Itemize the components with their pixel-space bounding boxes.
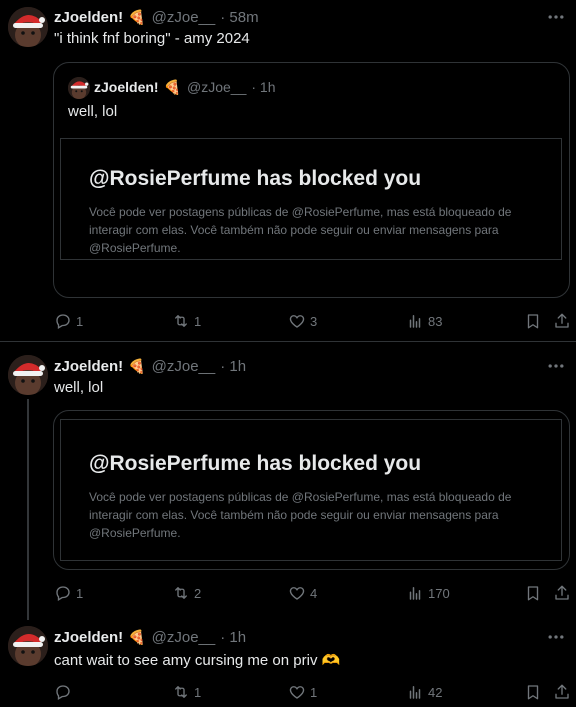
repost-icon xyxy=(172,683,190,701)
like-icon xyxy=(288,683,306,701)
like-button[interactable]: 4 xyxy=(288,584,317,602)
blocked-notice-card: @RosiePerfume has blocked you Você pode … xyxy=(60,138,562,260)
author-handle[interactable]: @zJoe__ xyxy=(152,9,216,26)
view-count: 83 xyxy=(428,313,443,329)
pizza-emoji: 🍕 xyxy=(128,628,146,645)
quoted-tweet[interactable]: zJoelden! 🍕 @zJoe__ · 1h well, lol @Rosi… xyxy=(53,62,570,298)
like-button[interactable]: 1 xyxy=(288,683,317,701)
views-icon xyxy=(406,312,424,330)
reply-count: 1 xyxy=(76,585,84,601)
pizza-emoji: 🍕 xyxy=(163,78,182,95)
more-icon[interactable] xyxy=(546,7,566,27)
blocked-title: @RosiePerfume has blocked you xyxy=(89,167,422,190)
views-icon xyxy=(406,683,424,701)
more-icon[interactable] xyxy=(546,356,566,376)
blocked-title: @RosiePerfume has blocked you xyxy=(89,452,422,475)
santa-hat-avatar xyxy=(68,77,90,99)
reply-button[interactable]: 1 xyxy=(54,312,83,330)
repost-button[interactable]: 1 xyxy=(172,683,201,701)
reply-button[interactable] xyxy=(54,683,76,701)
reply-icon xyxy=(54,683,72,701)
share-icon[interactable] xyxy=(553,312,571,330)
repost-icon xyxy=(172,312,190,330)
santa-hat-avatar[interactable] xyxy=(8,7,48,47)
like-icon xyxy=(288,312,306,330)
blocked-description: Você pode ver postagens públicas de @Ros… xyxy=(89,205,512,255)
more-icon[interactable] xyxy=(546,627,566,647)
timestamp[interactable]: · 1h xyxy=(220,629,246,646)
views-button[interactable]: 170 xyxy=(406,584,450,602)
like-count: 3 xyxy=(310,313,318,329)
embedded-card-frame[interactable]: @RosiePerfume has blocked you Você pode … xyxy=(53,410,570,570)
thread-connector xyxy=(27,399,29,620)
like-button[interactable]: 3 xyxy=(288,312,317,330)
bookmark-icon[interactable] xyxy=(524,312,542,330)
like-count: 4 xyxy=(310,585,318,601)
divider xyxy=(0,341,576,342)
author-name[interactable]: zJoelden! xyxy=(54,9,123,26)
pizza-emoji: 🍕 xyxy=(128,8,146,25)
bookmark-icon[interactable] xyxy=(524,584,542,602)
repost-count: 1 xyxy=(194,684,202,700)
like-icon xyxy=(288,584,306,602)
author-name[interactable]: zJoelden! xyxy=(54,629,123,646)
reply-icon xyxy=(54,312,72,330)
blocked-description: Você pode ver postagens públicas de @Ros… xyxy=(89,490,512,540)
views-button[interactable]: 83 xyxy=(406,312,442,330)
views-icon xyxy=(406,584,424,602)
repost-count: 1 xyxy=(194,313,202,329)
bookmark-icon[interactable] xyxy=(524,683,542,701)
author-name[interactable]: zJoelden! xyxy=(54,358,123,375)
repost-icon xyxy=(172,584,190,602)
author-handle[interactable]: @zJoe__ xyxy=(152,358,216,375)
repost-button[interactable]: 2 xyxy=(172,584,201,602)
reply-count: 1 xyxy=(76,313,84,329)
santa-hat-avatar[interactable] xyxy=(8,626,48,666)
reply-button[interactable]: 1 xyxy=(54,584,83,602)
repost-count: 2 xyxy=(194,585,202,601)
quoted-author-name: zJoelden! xyxy=(94,79,159,95)
reply-icon xyxy=(54,584,72,602)
santa-hat-avatar[interactable] xyxy=(8,355,48,395)
quoted-tweet-text: well, lol xyxy=(68,103,118,120)
timestamp[interactable]: · 1h xyxy=(220,358,246,375)
share-icon[interactable] xyxy=(553,683,571,701)
author-handle[interactable]: @zJoe__ xyxy=(152,629,216,646)
view-count: 170 xyxy=(428,585,450,601)
tweet-text: cant wait to see amy cursing me on priv … xyxy=(54,652,341,669)
timestamp[interactable]: · 58m xyxy=(220,9,258,26)
like-count: 1 xyxy=(310,684,318,700)
view-count: 42 xyxy=(428,684,443,700)
tweet-text: well, lol xyxy=(54,379,104,396)
pizza-emoji: 🍕 xyxy=(128,357,146,374)
quoted-author-handle: @zJoe__ xyxy=(187,79,247,95)
repost-button[interactable]: 1 xyxy=(172,312,201,330)
tweet-text: "i think fnf boring" - amy 2024 xyxy=(54,30,250,47)
blocked-notice-card: @RosiePerfume has blocked you Você pode … xyxy=(60,419,562,561)
share-icon[interactable] xyxy=(553,584,571,602)
quoted-timestamp: · 1h xyxy=(251,79,276,95)
views-button[interactable]: 42 xyxy=(406,683,442,701)
